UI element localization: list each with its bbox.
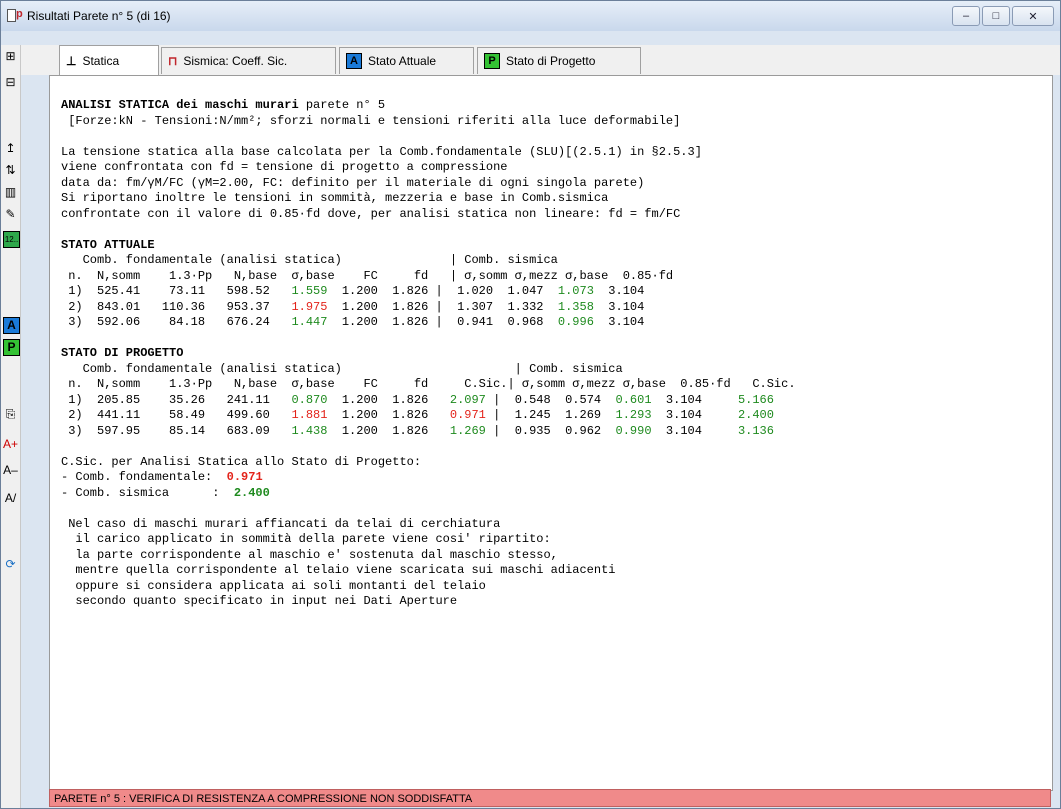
forces-chart-icon[interactable]: ⇅	[3, 163, 18, 178]
table-header: n. N,somm 1.3·Pp N,base σ,base FC fd C.S…	[61, 377, 796, 391]
stato-attuale-heading: STATO ATTUALE	[61, 237, 155, 252]
csic-title: C.Sic. per Analisi Statica allo Stato di…	[61, 454, 422, 469]
status-bar: PARETE n° 5 : VERIFICA DI RESISTENZA A C…	[49, 789, 1051, 807]
intro-line: data da: fm/γM/FC (γM=2.00, FC: definito…	[61, 175, 645, 190]
results-panel: ANALISI STATICA dei maschi murari parete…	[49, 75, 1053, 791]
tab-stato-attuale[interactable]: A Stato Attuale	[339, 47, 474, 74]
font-increase-icon[interactable]: A+	[3, 437, 18, 452]
stato-progetto-icon[interactable]: P	[3, 339, 20, 356]
collapse-icon[interactable]: ⊟	[3, 75, 18, 90]
report-title: ANALISI STATICA dei maschi murari parete…	[61, 98, 386, 112]
note-line: secondo quanto specificato in input nei …	[61, 594, 458, 608]
tab-stato-progetto[interactable]: P Stato di Progetto	[477, 47, 641, 74]
sismica-icon: ⊓	[168, 54, 178, 68]
tab-label: Sismica: Coeff. Sic.	[183, 54, 288, 68]
table-row: 3) 597.95 85.14 683.09 1.438 1.200 1.826…	[61, 423, 774, 438]
left-toolbar: ⊞ ⊟ ↥ ⇅ ▥ ✎ 12.. A P ⎘ A+ A– A/ ⟳	[1, 45, 21, 808]
note-line: oppure si considera applicata ai soli mo…	[61, 578, 486, 593]
stato-attuale-icon[interactable]: A	[3, 317, 20, 334]
app-icon: p	[7, 8, 23, 22]
intro-line: confrontate con il valore di 0.85·fd dov…	[61, 206, 681, 221]
results-text: ANALISI STATICA dei maschi murari parete…	[61, 98, 796, 610]
copy-icon[interactable]: ⎘	[3, 407, 18, 422]
table-row: 1) 205.85 35.26 241.11 0.870 1.200 1.826…	[61, 392, 774, 407]
tab-label: Stato di Progetto	[506, 54, 596, 68]
table-header: Comb. fondamentale (analisi statica) | C…	[61, 361, 623, 376]
edit-chart-icon[interactable]: ✎	[3, 207, 18, 222]
note-line: mentre quella corrispondente al telaio v…	[61, 563, 616, 577]
report-line	[61, 439, 796, 455]
tab-label: Stato Attuale	[368, 54, 437, 68]
title-bar: p Risultati Parete n° 5 (di 16) – □ ✕	[1, 1, 1060, 31]
results-window: p Risultati Parete n° 5 (di 16) – □ ✕ ⊞ …	[0, 0, 1061, 809]
table-row: 1) 525.41 73.11 598.52 1.559 1.200 1.826…	[61, 284, 645, 298]
refresh-icon[interactable]: ⟳	[3, 557, 18, 572]
window-title: Risultati Parete n° 5 (di 16)	[27, 9, 171, 23]
close-button[interactable]: ✕	[1012, 6, 1054, 26]
report-line	[61, 222, 796, 238]
csic-sismica: - Comb. sismica : 2.400	[61, 485, 270, 500]
report-line	[61, 501, 796, 517]
note-line: la parte corrispondente al maschio e' so…	[61, 547, 558, 562]
tab-sismica[interactable]: ⊓ Sismica: Coeff. Sic.	[161, 47, 336, 74]
csic-fondamentale: - Comb. fondamentale: 0.971	[61, 470, 263, 484]
numeric-values-icon[interactable]: 12..	[3, 231, 20, 248]
tab-statica[interactable]: ⊥ Statica	[59, 45, 159, 76]
maximize-button[interactable]: □	[982, 6, 1010, 26]
font-decrease-icon[interactable]: A–	[3, 463, 18, 478]
window-controls: – □ ✕	[950, 6, 1054, 26]
table-row: 3) 592.06 84.18 676.24 1.447 1.200 1.826…	[61, 315, 645, 329]
note-line: Nel caso di maschi murari affiancati da …	[61, 516, 501, 531]
progetto-box-icon: P	[484, 53, 500, 69]
table-row: 2) 843.01 110.36 953.37 1.975 1.200 1.82…	[61, 299, 645, 314]
table-header: Comb. fondamentale (analisi statica) | C…	[61, 253, 558, 267]
tab-label: Statica	[82, 54, 120, 68]
force-diagram-icon[interactable]: ↥	[3, 141, 18, 156]
statica-icon: ⊥	[66, 54, 77, 68]
units-line: [Forze:kN - Tensioni:N/mm²; sforzi norma…	[61, 113, 681, 128]
tab-bar: ⊥ Statica ⊓ Sismica: Coeff. Sic. A Stato…	[21, 45, 1060, 76]
stato-progetto-heading: STATO DI PROGETTO	[61, 346, 184, 360]
report-line	[61, 129, 796, 145]
intro-line: La tensione statica alla base calcolata …	[61, 144, 702, 159]
expand-icon[interactable]: ⊞	[3, 49, 18, 64]
report-line	[61, 331, 796, 347]
bar-chart-icon[interactable]: ▥	[3, 185, 18, 200]
font-italic-icon[interactable]: A/	[3, 491, 18, 506]
note-line: il carico applicato in sommità della par…	[61, 532, 551, 546]
intro-line: Si riportano inoltre le tensioni in somm…	[61, 191, 609, 205]
intro-line: viene confrontata con fd = tensione di p…	[61, 160, 508, 174]
table-header: n. N,somm 1.3·Pp N,base σ,base FC fd | σ…	[61, 268, 674, 283]
attuale-box-icon: A	[346, 53, 362, 69]
minimize-button[interactable]: –	[952, 6, 980, 26]
table-row: 2) 441.11 58.49 499.60 1.881 1.200 1.826…	[61, 408, 774, 422]
